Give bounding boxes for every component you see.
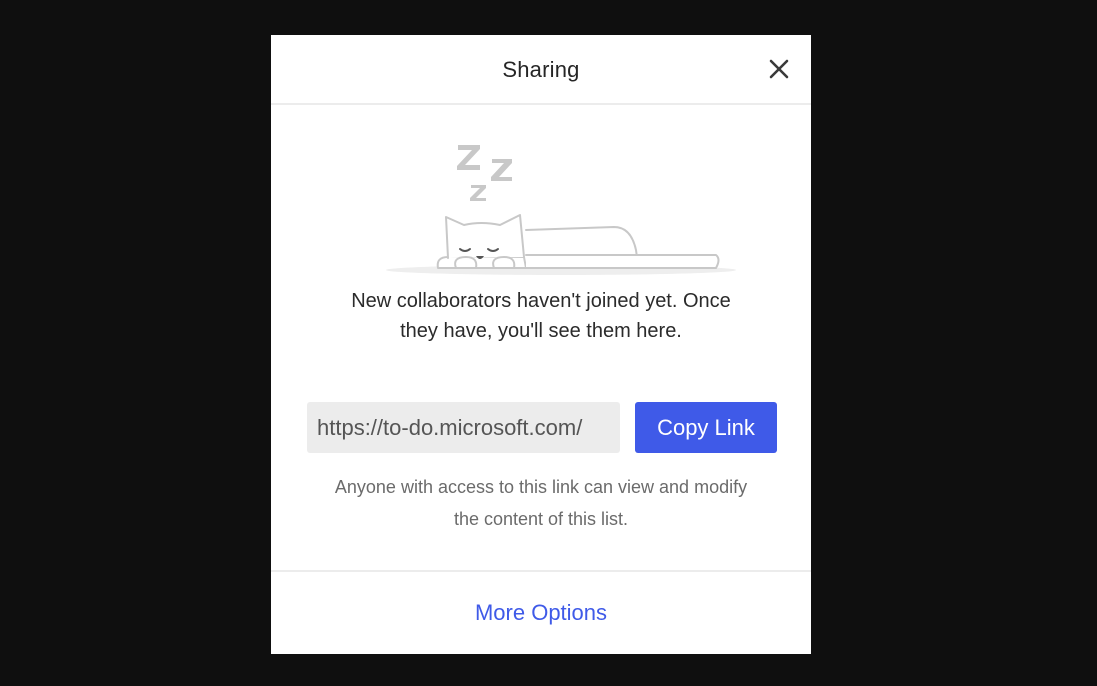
copy-link-button[interactable]: Copy Link <box>635 402 777 453</box>
more-options-link[interactable]: More Options <box>271 600 811 626</box>
dialog-footer: More Options <box>271 570 811 654</box>
dialog-title: Sharing <box>502 57 580 82</box>
empty-collaborators-message: New collaborators haven't joined yet. On… <box>311 286 771 346</box>
close-icon[interactable] <box>765 55 793 83</box>
empty-message-line-1: New collaborators haven't joined yet. On… <box>351 290 731 312</box>
empty-message-line-2: they have, you'll see them here. <box>400 320 682 342</box>
share-link-field[interactable] <box>307 402 620 453</box>
access-note-line-1: Anyone with access to this link can view… <box>334 477 748 497</box>
dialog-header: Sharing <box>271 35 811 105</box>
sleeping-cat-illustration <box>376 135 746 285</box>
sharing-dialog: Sharing New collaborators haven't joined… <box>271 35 811 654</box>
link-access-note: Anyone with access to this link can view… <box>301 471 781 535</box>
access-note-line-2: the content of this list. <box>453 509 629 529</box>
